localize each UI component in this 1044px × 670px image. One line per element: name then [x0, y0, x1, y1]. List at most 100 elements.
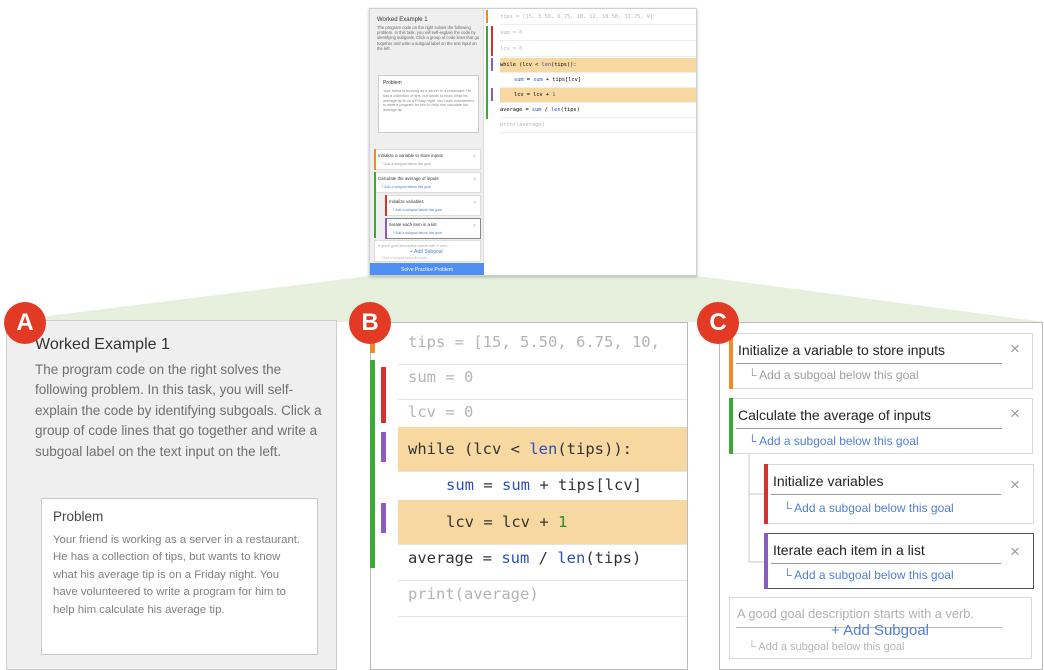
subgoal-label-input[interactable]: Initialize a variable to store inputs — [738, 342, 945, 358]
code-token: = — [474, 476, 502, 494]
solve-practice-button[interactable]: Solve Practice Problem — [370, 263, 484, 275]
add-subgoal-below-link[interactable]: └ Add a subgoal below this goal — [748, 368, 919, 382]
thumb-problem-text: Your friend is working as a server in a … — [383, 89, 474, 113]
thumb-goal-color-bar — [385, 218, 387, 239]
thumb-close-icon[interactable]: × — [473, 223, 476, 229]
subgoal-item-2[interactable]: Calculate the average of inputs └ Add a … — [729, 398, 1033, 454]
add-subgoal-below-link[interactable]: └ Add a subgoal below this goal — [748, 434, 919, 448]
thumb-code-line[interactable]: lcv = lcv + 1 — [500, 88, 696, 103]
thumb-goal-color-bar — [374, 149, 376, 170]
subgoal-label-input[interactable]: Calculate the average of inputs — [738, 407, 931, 423]
code-bar-green — [370, 360, 375, 568]
thumb-add-below-link[interactable]: └ Add a subgoal below this goal — [392, 208, 442, 212]
subgoal-label-input[interactable]: Iterate each item in a list — [773, 542, 925, 558]
thumb-code-line[interactable]: sum = sum + tips[lcv] — [500, 73, 696, 88]
code-token: len — [551, 107, 561, 113]
add-subgoal-below-link[interactable]: └ Add a subgoal below this goal — [783, 501, 954, 515]
subgoal-item-3[interactable]: Initialize variables └ Add a subgoal bel… — [764, 464, 1034, 524]
code-token: (tips)): — [551, 62, 577, 68]
code-bar-red — [381, 367, 386, 423]
subgoal-item-4[interactable]: Iterate each item in a list └ Add a subg… — [764, 533, 1034, 589]
badge-c: C — [697, 302, 739, 344]
code-token: average = — [500, 107, 532, 113]
add-subgoal-button[interactable]: + Add Subgoal — [831, 622, 929, 639]
code-token: + tips[lcv] — [542, 77, 582, 83]
thumb-description: The program code on the right solves the… — [377, 25, 480, 51]
thumb-code-bar-green — [486, 26, 488, 119]
thumb-code-panel: tips = [15, 5.50, 6.75, 10, 12, 18.50, 1… — [486, 9, 696, 275]
close-icon[interactable]: × — [1010, 475, 1020, 495]
thumb-code-line[interactable]: lcv = 0 — [500, 42, 696, 57]
add-subgoal-below-link[interactable]: └ Add a subgoal below this goal — [748, 641, 904, 653]
subgoal-label-input[interactable]: Initialize variables — [773, 473, 884, 489]
code-token: len — [541, 62, 552, 68]
thumb-new-goal-box[interactable]: A good goal description starts with a ve… — [374, 240, 481, 262]
code-token: 1 — [557, 513, 568, 531]
thumb-add-below-link[interactable]: └ Add a subgoal below this goal — [392, 231, 442, 235]
thumb-goal-label: Initialize a variable to store inputs — [378, 153, 443, 158]
code-token: sum — [501, 549, 530, 567]
close-icon[interactable]: × — [1010, 339, 1020, 359]
code-token: + tips[lcv] — [530, 476, 642, 494]
input-underline — [736, 428, 1002, 429]
thumb-goal-color-bar — [385, 195, 387, 216]
subgoal-color-bar — [764, 464, 768, 524]
badge-a: A — [4, 302, 46, 344]
code-token: 1 — [552, 92, 556, 98]
problem-title: Problem — [53, 509, 104, 524]
worked-example-title: Worked Example 1 — [35, 336, 170, 353]
input-underline — [771, 563, 1001, 564]
thumb-close-icon[interactable]: × — [473, 154, 476, 160]
thumb-add-below-link[interactable]: └ Add a subgoal below this goal — [381, 162, 431, 166]
code-token: lcv = lcv + — [514, 92, 553, 98]
badge-b: B — [349, 302, 391, 344]
thumb-goal-4[interactable]: Iterate each item in a list └ Add a subg… — [385, 218, 481, 239]
thumb-goal-1[interactable]: Initialize a variable to store inputs └ … — [374, 149, 481, 170]
code-token: len — [529, 440, 558, 458]
thumb-add-below-link[interactable]: └ Add a subgoal below this goal — [380, 256, 427, 260]
thumb-close-icon[interactable]: × — [473, 177, 476, 183]
thumb-title: Worked Example 1 — [377, 17, 428, 23]
thumb-goal-label: Iterate each item in a list — [389, 222, 437, 227]
input-underline — [736, 363, 1002, 364]
input-underline — [771, 494, 1001, 495]
thumbnail-interface: Worked Example 1 The program code on the… — [369, 8, 697, 276]
code-token: sum — [502, 476, 530, 494]
thumb-goal-3[interactable]: Initialize variables └ Add a subgoal bel… — [385, 195, 481, 216]
code-token: sum — [514, 77, 524, 83]
code-token: / — [541, 107, 552, 113]
thumb-problem-box: Problem Your friend is working as a serv… — [378, 75, 479, 133]
thumb-code-line[interactable]: print(average) — [500, 118, 696, 133]
thumb-code-line[interactable]: average = sum / len(tips) — [500, 103, 696, 118]
thumb-goal-label: Calculate the average of inputs — [378, 176, 439, 181]
thumb-code-line[interactable]: while (lcv < len(tips)): — [500, 58, 696, 73]
code-token: (tips) — [585, 549, 642, 567]
close-icon[interactable]: × — [1010, 404, 1020, 424]
thumb-left-panel: Worked Example 1 The program code on the… — [370, 9, 484, 275]
thumb-code-bar-purple — [491, 58, 493, 71]
code-token: / — [529, 549, 558, 567]
new-subgoal-placeholder[interactable]: A good goal description starts with a ve… — [737, 606, 974, 621]
new-subgoal-box[interactable]: A good goal description starts with a ve… — [729, 597, 1032, 659]
close-icon[interactable]: × — [1010, 542, 1020, 562]
code-token: len — [557, 549, 586, 567]
thumb-add-below-link[interactable]: └ Add a subgoal below this goal — [381, 185, 431, 189]
thumb-add-subgoal-button[interactable]: + Add Subgoal — [410, 249, 443, 255]
thumb-code-bar-purple — [491, 88, 493, 101]
subgoal-color-bar — [729, 398, 733, 454]
thumb-problem-title: Problem — [383, 80, 402, 86]
subgoal-item-1[interactable]: Initialize a variable to store inputs └ … — [729, 333, 1033, 389]
thumb-code-bar-orange — [486, 10, 488, 23]
code-token: while (lcv < — [500, 62, 542, 68]
code-token: while (lcv < — [408, 440, 530, 458]
problem-text: Your friend is working as a server in a … — [53, 534, 301, 616]
code-token: lcv = lcv + — [446, 513, 558, 531]
thumb-code-line[interactable]: tips = [15, 5.50, 6.75, 10, 12, 18.50, 1… — [500, 10, 696, 25]
thumb-goal-2[interactable]: Calculate the average of inputs └ Add a … — [374, 172, 481, 193]
add-subgoal-below-link[interactable]: └ Add a subgoal below this goal — [783, 568, 954, 582]
code-line[interactable]: print(average) — [398, 572, 687, 617]
figure-root: Worked Example 1 The program code on the… — [0, 0, 1044, 670]
thumb-close-icon[interactable]: × — [473, 200, 476, 206]
code-token: average = — [408, 549, 502, 567]
thumb-code-line[interactable]: sum = 0 — [500, 26, 696, 41]
